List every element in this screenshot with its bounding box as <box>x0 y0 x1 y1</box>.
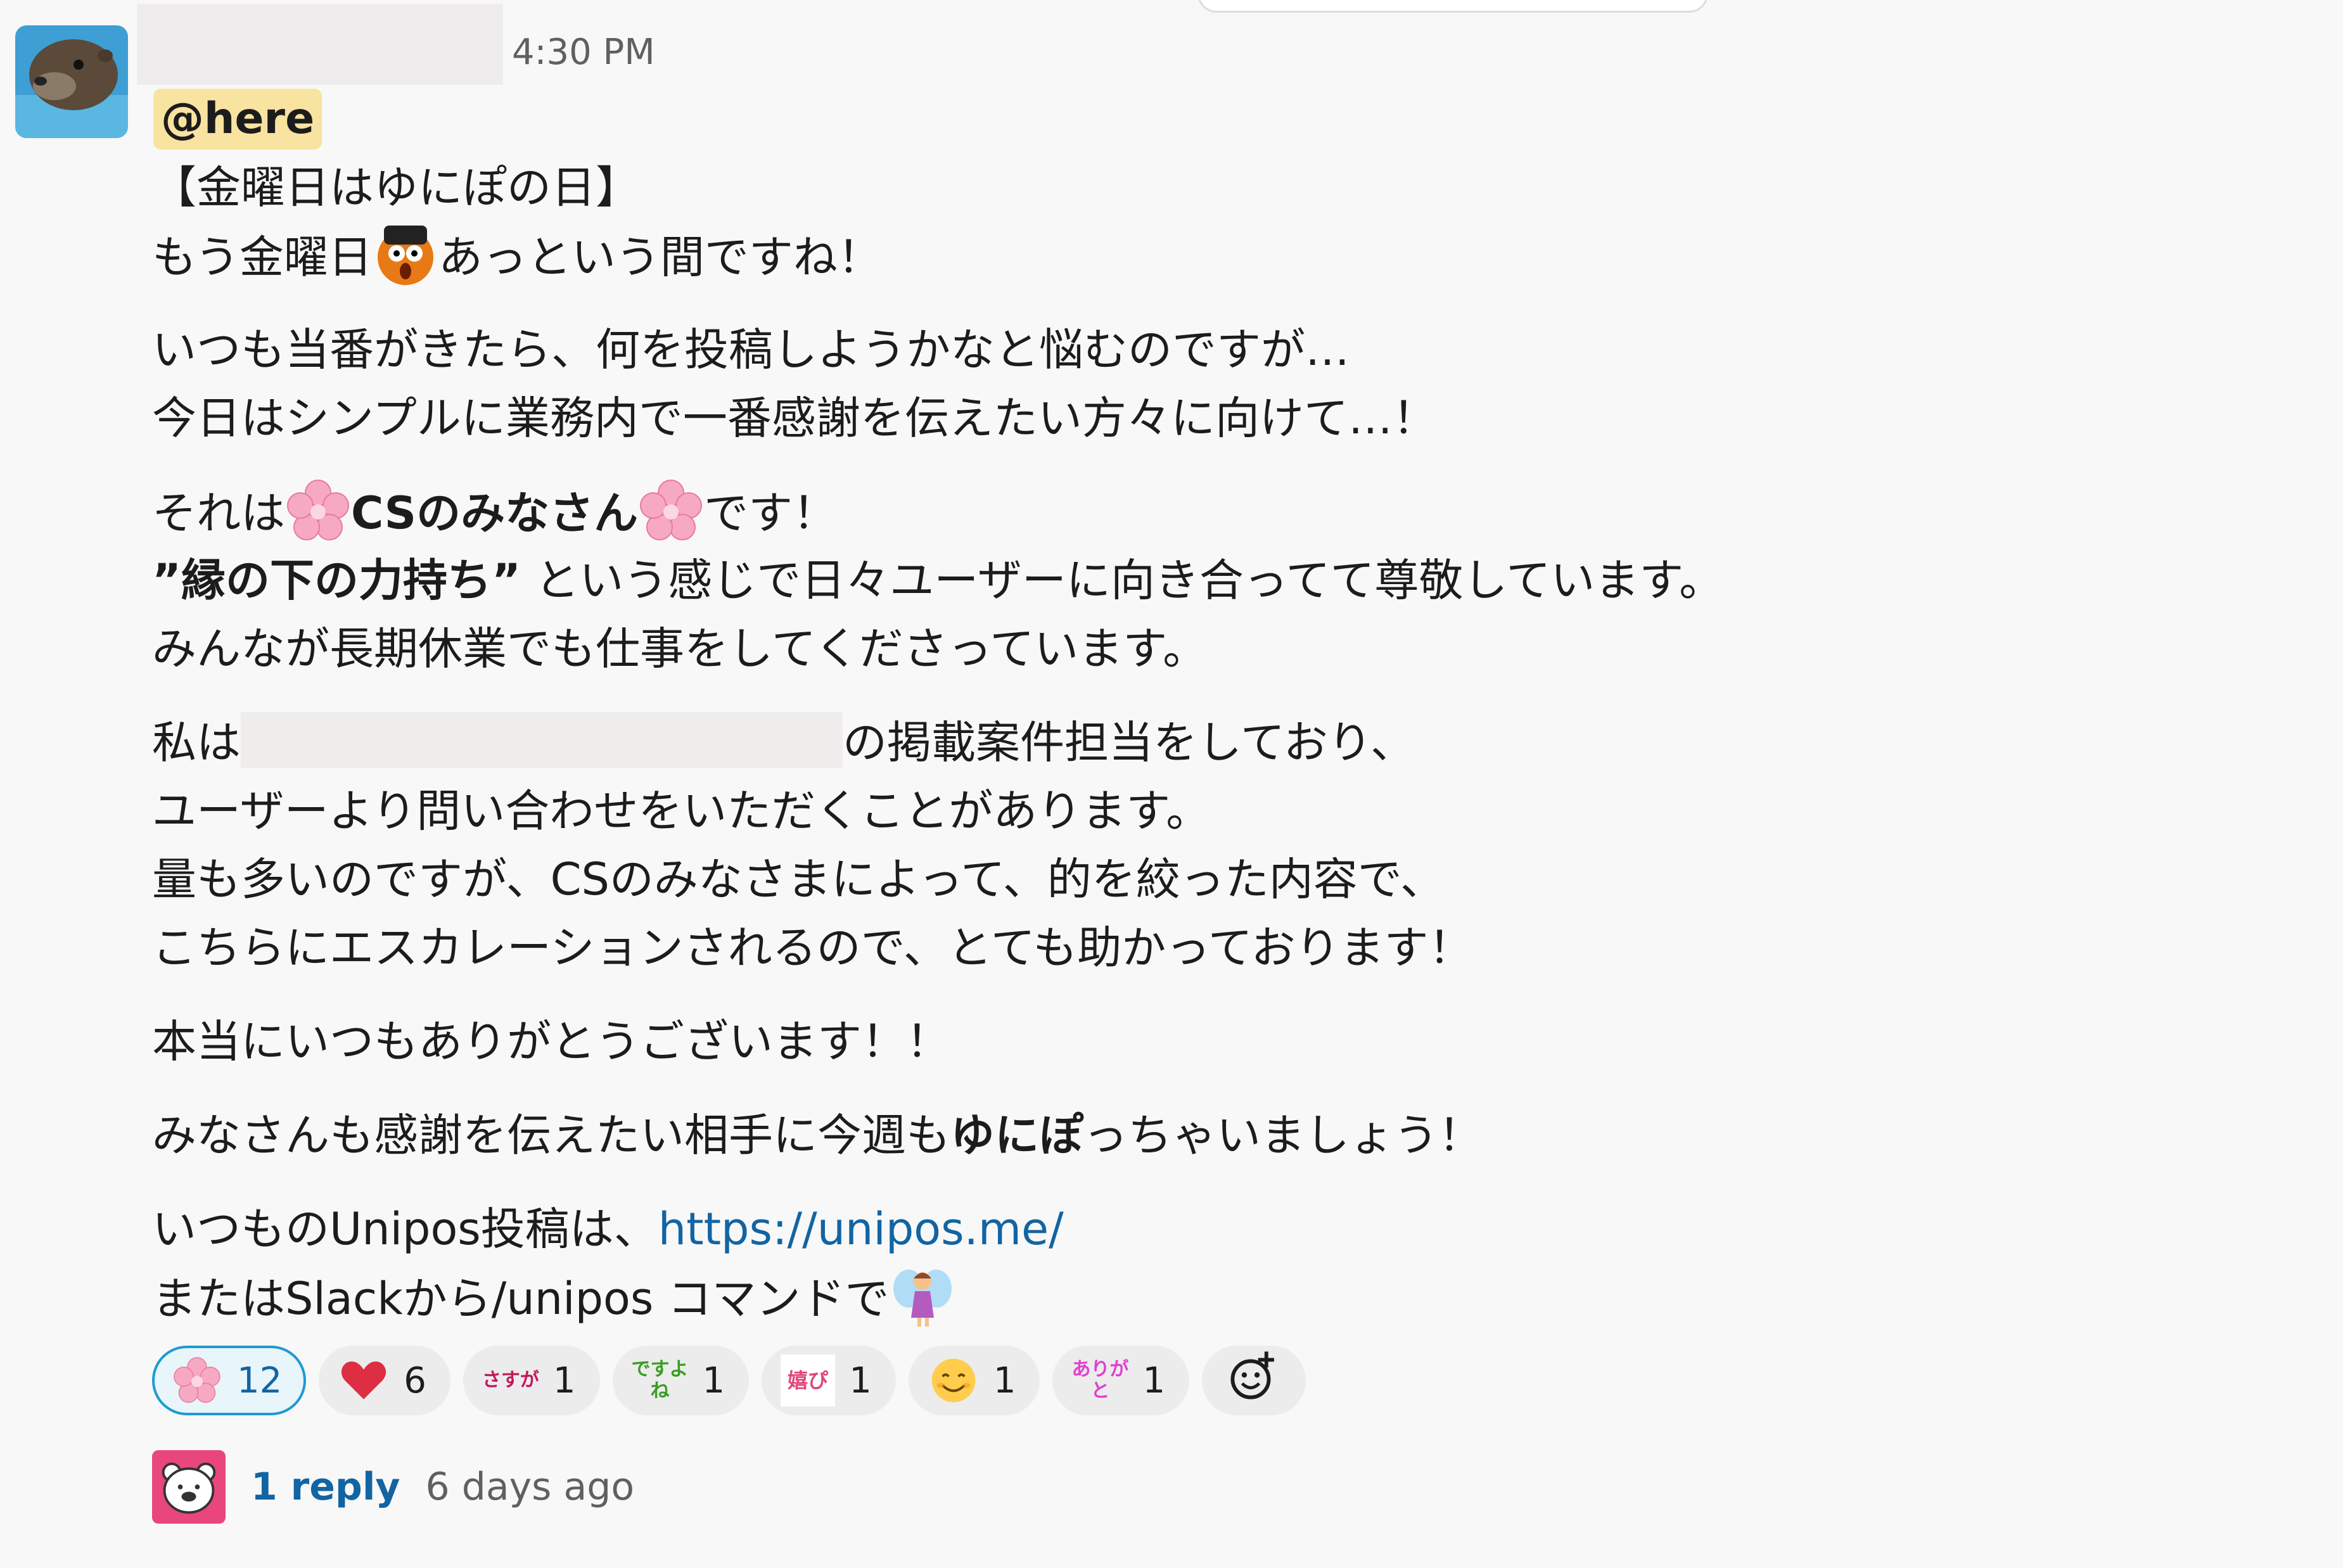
unipos-link[interactable]: https://unipos.me/ <box>658 1203 1064 1255</box>
text-segment: それは <box>152 487 285 539</box>
text-segment: いつものUnipos投稿は、 <box>152 1203 658 1255</box>
text-segment: です！ <box>704 487 838 539</box>
thread-summary[interactable]: 1 reply 6 days ago <box>152 1450 635 1524</box>
otter-avatar-icon <box>15 25 128 138</box>
bold-text: ”縁の下の力持ち” <box>152 554 521 606</box>
message-line: ”縁の下の力持ち” という感じで日々ユーザーに向き合ってて尊敬しています。 <box>152 546 2180 615</box>
bold-text: ゆにぽ <box>950 1109 1083 1161</box>
cherry-blossom-icon <box>638 478 704 544</box>
reply-count-link[interactable]: 1 reply <box>251 1465 400 1509</box>
add-reaction-icon <box>1227 1349 1280 1412</box>
reaction-count: 1 <box>849 1360 872 1401</box>
message-line: またはSlackから/unipos コマンドで <box>152 1263 2180 1332</box>
reaction-desuyone[interactable]: ですよね 1 <box>612 1346 750 1415</box>
ureshi-emoji-icon: 嬉ぴ <box>781 1354 836 1406</box>
reaction-heart[interactable]: 6 <box>319 1346 450 1415</box>
message-line: いつも当番がきたら、何を投稿しようかなと悩むのですが… <box>152 324 1350 376</box>
bear-avatar-icon <box>162 1462 216 1514</box>
here-mention[interactable]: @here <box>153 89 322 150</box>
reaction-ureshi[interactable]: 嬉ぴ 1 <box>762 1346 896 1415</box>
redacted-text <box>241 712 843 768</box>
reaction-count: 1 <box>993 1360 1016 1401</box>
text-segment: あっという間ですね！ <box>438 231 882 283</box>
reaction-cherry-blossom[interactable]: 12 <box>152 1346 307 1415</box>
surprised-character-emoji-icon <box>373 222 438 288</box>
author-name-redacted <box>137 4 503 85</box>
arigato-emoji-icon: ありがと <box>1071 1358 1129 1402</box>
reaction-count: 1 <box>552 1360 576 1401</box>
reactions-bar: 12 6 さすが 1 ですよね 1 嬉ぴ 1 1 ありがと 1 <box>152 1346 1306 1418</box>
reaction-count: 12 <box>237 1360 283 1401</box>
message-timestamp[interactable]: 4:30 PM <box>512 32 655 73</box>
smiling-face-icon <box>928 1354 980 1406</box>
reaction-sasuga[interactable]: さすが 1 <box>463 1346 600 1415</box>
cherry-blossom-icon <box>171 1354 223 1406</box>
user-avatar[interactable] <box>15 25 128 138</box>
reaction-arigato[interactable]: ありがと 1 <box>1052 1346 1190 1415</box>
message-line: ユーザーより問い合わせをいただくことがあります。 <box>152 785 1211 837</box>
fairy-icon <box>890 1263 955 1329</box>
message-line: みんなが長期休業でも仕事をしてくださっています。 <box>152 623 1208 675</box>
desuyone-emoji-icon: ですよね <box>631 1358 689 1402</box>
message-line: 私は の掲載案件担当をしており、 <box>152 708 2180 777</box>
message-line: 本当にいつもありがとうございます！！ <box>152 1016 950 1068</box>
message-body: @here 【金曜日はゆにぽの日】 もう金曜日 あっという間ですね！ いつも当番… <box>152 84 2180 1332</box>
text-segment: またはSlackから/unipos コマンドで <box>152 1273 890 1325</box>
reaction-count: 1 <box>1142 1360 1166 1401</box>
replier-avatar <box>152 1450 226 1524</box>
reaction-count: 6 <box>404 1360 426 1401</box>
message-line: 量も多いのですが、CSのみなさまによって、的を絞った内容で、 <box>152 853 1445 905</box>
text-segment: みなさんも感謝を伝えたい相手に今週も <box>152 1109 950 1161</box>
text-segment: っちゃいましょう！ <box>1083 1109 1483 1161</box>
message-line: みなさんも感謝を伝えたい相手に今週もゆにぽっちゃいましょう！ <box>152 1101 2180 1170</box>
top-pill <box>1197 0 1708 13</box>
message-line: もう金曜日 あっという間ですね！ <box>152 222 2180 290</box>
cherry-blossom-icon <box>285 478 351 544</box>
reaction-count: 1 <box>702 1360 725 1401</box>
text-segment: 私は <box>152 717 241 768</box>
message-line: 今日はシンプルに業務内で一番感謝を伝えたい方々に向けて…！ <box>152 392 1437 444</box>
message-line: それは CSのみなさん です！ <box>152 478 2180 546</box>
text-segment: という感じで日々ユーザーに向き合ってて尊敬しています。 <box>521 554 1724 606</box>
message-line: いつものUnipos投稿は、https://unipos.me/ <box>152 1195 2180 1263</box>
message-line: 【金曜日はゆにぽの日】 <box>152 162 640 214</box>
red-heart-icon <box>338 1354 390 1406</box>
text-segment: もう金曜日 <box>152 231 373 283</box>
message-line: こちらにエスカレーションされるので、とても助かっております！ <box>152 922 1473 974</box>
last-reply-time: 6 days ago <box>425 1465 635 1509</box>
sasuga-emoji-icon: さすが <box>482 1369 539 1391</box>
add-reaction-button[interactable] <box>1202 1346 1306 1415</box>
text-segment: の掲載案件担当をしており、 <box>843 717 1415 768</box>
reaction-smile[interactable]: 1 <box>908 1346 1040 1415</box>
bold-text: CSのみなさん <box>351 487 639 539</box>
